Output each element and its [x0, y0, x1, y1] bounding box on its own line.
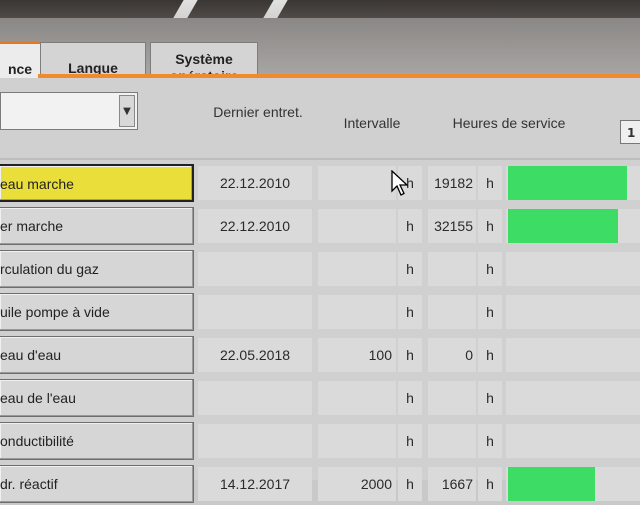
table-row: eau de l'eau h h — [0, 379, 640, 419]
interval-unit: h — [398, 424, 422, 458]
table-row: eau marche 22.12.2010 h 19182 h — [0, 164, 640, 204]
table-row: uile pompe à vide h h — [0, 293, 640, 333]
hours-unit: h — [478, 338, 502, 372]
interval-unit: h — [398, 381, 422, 415]
last-service-date — [198, 424, 312, 458]
table-row: onductibilité h h — [0, 422, 640, 462]
interval-value[interactable] — [318, 295, 396, 329]
interval-value[interactable] — [318, 209, 396, 243]
interval-unit: h — [398, 209, 422, 243]
service-hours-value: 0 — [428, 338, 476, 372]
table-row: er marche 22.12.2010 h 32155 h — [0, 207, 640, 247]
component-label: er marche — [0, 218, 64, 234]
hours-unit: h — [478, 424, 502, 458]
status-bar — [506, 166, 640, 200]
hours-unit: h — [478, 252, 502, 286]
component-label: rculation du gaz — [0, 261, 99, 277]
component-label: eau de l'eau — [0, 390, 76, 406]
last-service-date: 22.12.2010 — [198, 209, 312, 243]
status-bar — [506, 209, 640, 243]
interval-value[interactable] — [318, 424, 396, 458]
status-fill — [508, 209, 619, 243]
status-bar — [506, 252, 640, 286]
component-select[interactable]: ▼ — [0, 92, 138, 130]
status-bar — [506, 338, 640, 372]
component-button[interactable]: uile pompe à vide — [0, 293, 194, 331]
interval-value[interactable]: 100 — [318, 338, 396, 372]
component-button[interactable]: eau d'eau — [0, 336, 194, 374]
hours-unit: h — [478, 166, 502, 200]
interval-value[interactable] — [318, 166, 396, 200]
component-label: onductibilité — [0, 433, 74, 449]
component-button[interactable]: onductibilité — [0, 422, 194, 460]
last-service-date — [198, 295, 312, 329]
status-bar — [506, 295, 640, 329]
interval-value[interactable] — [318, 381, 396, 415]
interval-value[interactable]: 2000 — [318, 467, 396, 501]
interval-unit: h — [398, 467, 422, 501]
service-hours-value: 32155 — [428, 209, 476, 243]
service-hours-value — [428, 424, 476, 458]
table-row: eau d'eau 22.05.2018 100 h 0 h — [0, 336, 640, 376]
service-hours-value: 19182 — [428, 166, 476, 200]
header-service-hours: Heures de service — [452, 115, 566, 131]
component-button[interactable]: rculation du gaz — [0, 250, 194, 288]
service-hours-value — [428, 295, 476, 329]
header-interval: Intervalle — [343, 115, 401, 131]
tab-label: nce — [7, 60, 33, 77]
table-row: dr. réactif 14.12.2017 2000 h 1667 h — [0, 465, 640, 505]
chevron-down-icon[interactable]: ▼ — [119, 95, 135, 127]
last-service-date: 22.12.2010 — [198, 166, 312, 200]
service-hours-value — [428, 252, 476, 286]
header-last-service: Dernier entret. — [213, 104, 303, 120]
hours-unit: h — [478, 295, 502, 329]
component-button[interactable]: eau marche — [0, 164, 194, 202]
hours-unit: h — [478, 381, 502, 415]
component-button[interactable]: eau de l'eau — [0, 379, 194, 417]
component-button[interactable]: dr. réactif — [0, 465, 194, 503]
page-indicator[interactable]: 1 — [620, 120, 640, 144]
interval-unit: h — [398, 252, 422, 286]
component-label: eau marche — [0, 176, 74, 192]
tab-strip: nce Langue Système opératoire — [0, 18, 640, 94]
last-service-date: 14.12.2017 — [198, 467, 312, 501]
component-button[interactable]: er marche — [0, 207, 194, 245]
interval-unit: h — [398, 295, 422, 329]
last-service-date: 22.05.2018 — [198, 338, 312, 372]
status-fill — [508, 467, 596, 501]
mouse-pointer-icon — [391, 170, 409, 196]
divider — [0, 158, 640, 160]
last-service-date — [198, 252, 312, 286]
component-label: uile pompe à vide — [0, 304, 110, 320]
component-label: dr. réactif — [0, 476, 58, 492]
table-row: rculation du gaz h h — [0, 250, 640, 290]
hours-unit: h — [478, 209, 502, 243]
interval-value[interactable] — [318, 252, 396, 286]
service-hours-value — [428, 381, 476, 415]
status-bar — [506, 381, 640, 415]
status-bar — [506, 424, 640, 458]
interval-unit: h — [398, 338, 422, 372]
status-bar — [506, 467, 640, 501]
component-label: eau d'eau — [0, 347, 62, 363]
last-service-date — [198, 381, 312, 415]
service-hours-value: 1667 — [428, 467, 476, 501]
hours-unit: h — [478, 467, 502, 501]
status-fill — [508, 166, 628, 200]
